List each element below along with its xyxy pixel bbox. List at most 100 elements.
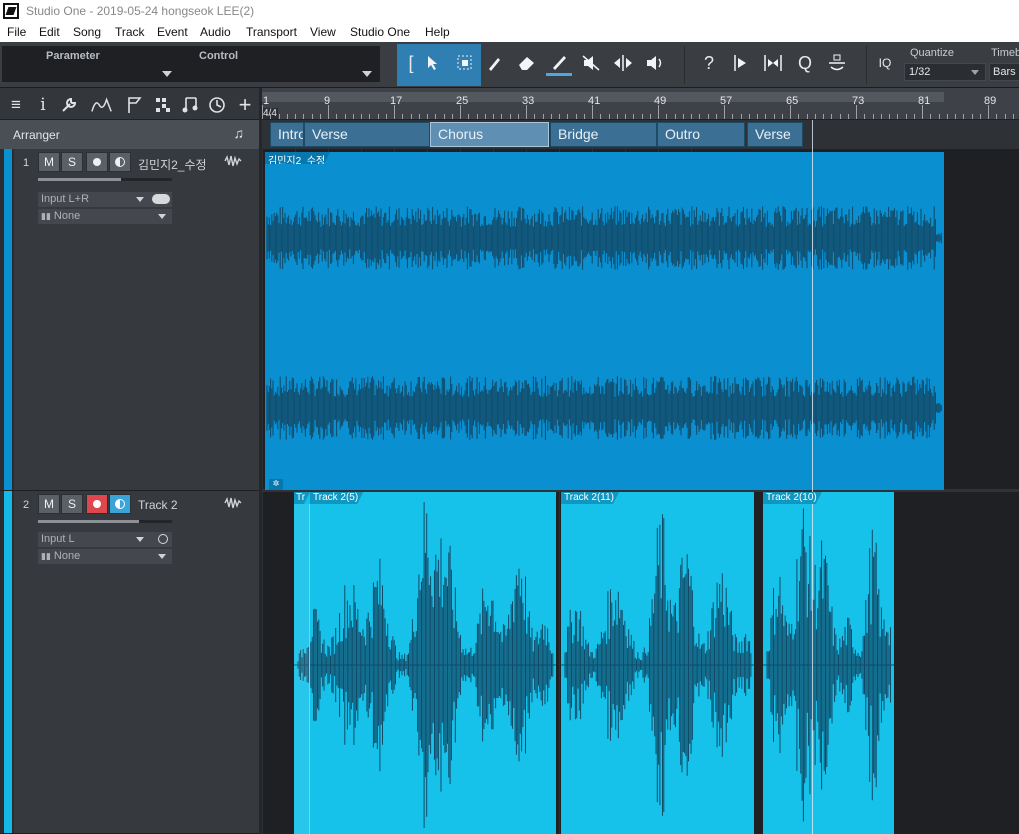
menu-lines-icon[interactable]: ≡ — [5, 94, 27, 116]
menu-studio-one[interactable]: Studio One — [350, 25, 410, 39]
audio-event-track1[interactable]: 김민지2_수정 ✲ — [265, 152, 944, 490]
listen-tool-icon[interactable] — [642, 50, 668, 76]
wrench-icon[interactable] — [58, 94, 80, 116]
arranger-section-intro[interactable]: Intro — [270, 122, 304, 147]
ruler-tick — [922, 105, 923, 119]
timebase-select[interactable]: Bars — [989, 63, 1019, 81]
input-select[interactable]: Input L — [38, 532, 172, 547]
ruler-tick — [526, 105, 527, 119]
ruler-tick — [889, 114, 890, 119]
monitor-button[interactable] — [109, 494, 131, 514]
ruler-tick — [575, 114, 577, 119]
arranger-section-bridge[interactable]: Bridge — [550, 122, 657, 147]
ruler-tick — [781, 114, 783, 119]
volume-slider[interactable] — [38, 178, 172, 181]
ruler-bar-label: 49 — [654, 95, 667, 107]
arranger-track-header[interactable]: Arranger ♫ — [0, 120, 262, 149]
track-header-2[interactable]: 2 M S Track 2 Input L ▮▮ None — [0, 491, 262, 834]
menu-audio[interactable]: Audio — [200, 25, 231, 39]
info-icon[interactable]: i — [32, 94, 54, 116]
menu-view[interactable]: View — [310, 25, 336, 39]
marker-flag-icon[interactable] — [124, 94, 146, 116]
bend-tool-icon[interactable] — [610, 50, 636, 76]
mute-button[interactable]: M — [38, 152, 60, 172]
chord-grid-icon[interactable] — [152, 94, 174, 116]
chevron-down-icon — [136, 197, 144, 202]
menu-transport[interactable]: Transport — [246, 25, 297, 39]
ruler-tick — [971, 114, 973, 119]
ruler-tick — [468, 114, 470, 119]
quantize-icon[interactable]: Q — [792, 50, 818, 76]
arrange-view[interactable]: 김민지2_수정 ✲ Tr Track 2(5) Track 2(11) Trac… — [262, 149, 1019, 834]
add-track-icon[interactable]: + — [234, 92, 256, 117]
waveform-icon[interactable] — [224, 154, 242, 171]
monitor-button[interactable] — [109, 152, 131, 172]
tempo-clock-icon[interactable] — [206, 94, 228, 116]
arranger-section-outro[interactable]: Outro — [657, 122, 745, 147]
menu-song[interactable]: Song — [73, 25, 101, 39]
record-arm-button[interactable] — [86, 152, 108, 172]
playhead-cursor[interactable] — [812, 120, 813, 834]
split-tool-icon[interactable] — [482, 50, 508, 76]
ruler-tick — [385, 114, 387, 119]
ruler-tick — [559, 114, 560, 119]
iq-button[interactable]: IQ — [872, 50, 898, 76]
input-select[interactable]: Input L+R — [38, 192, 172, 207]
volume-slider[interactable] — [38, 520, 172, 523]
quantize-select[interactable]: 1/32 — [904, 63, 986, 81]
automation-icon[interactable] — [91, 94, 113, 116]
ruler-tick — [270, 114, 272, 119]
mute-tool-icon[interactable] — [578, 50, 604, 76]
autoscroll-icon[interactable] — [824, 50, 850, 76]
ruler-tick — [666, 114, 668, 119]
control-dropdown-icon[interactable] — [362, 71, 372, 77]
mute-button[interactable]: M — [38, 494, 60, 514]
waveform-icon[interactable] — [224, 496, 242, 513]
music-note-icon[interactable]: ♫ — [234, 125, 245, 141]
track-name[interactable]: 김민지2_수정 — [138, 156, 207, 173]
arranger-section-verse-2[interactable]: Verse — [747, 122, 803, 147]
ruler-tick — [930, 114, 932, 119]
record-arm-button[interactable] — [86, 494, 108, 514]
audio-event-track2-5[interactable]: Tr Track 2(5) — [294, 492, 556, 834]
menu-edit[interactable]: Edit — [39, 25, 60, 39]
arranger-section-verse[interactable]: Verse — [304, 122, 430, 147]
stereo-toggle-icon[interactable] — [152, 194, 170, 204]
ruler-bar-label: 81 — [918, 95, 931, 107]
mono-toggle-icon[interactable] — [158, 534, 168, 544]
parameter-field[interactable]: Parameter — [2, 46, 192, 82]
arrow-tool-icon[interactable] — [420, 50, 446, 76]
ruler-tick — [641, 114, 643, 119]
menu-file[interactable]: File — [7, 25, 26, 39]
audio-event-track2-10[interactable]: Track 2(10) — [763, 492, 894, 834]
audio-event-track2-11[interactable]: Track 2(11) — [561, 492, 754, 834]
solo-button[interactable]: S — [61, 152, 83, 172]
menu-event[interactable]: Event — [157, 25, 188, 39]
solo-button[interactable]: S — [61, 494, 83, 514]
snap-grid-icon[interactable] — [760, 50, 786, 76]
timeline-ruler[interactable]: 4/4 1917253341495765738189 — [262, 88, 1019, 120]
range-tool-icon[interactable] — [452, 50, 478, 76]
arranger-section-chorus[interactable]: Chorus — [430, 122, 549, 147]
ruler-tick — [550, 114, 552, 119]
output-select[interactable]: ▮▮ None — [38, 209, 172, 224]
output-select[interactable]: ▮▮ None — [38, 549, 172, 564]
track-header-1[interactable]: 1 M S 김민지2_수정 Input L+R ▮▮ None — [0, 149, 262, 491]
track-name[interactable]: Track 2 — [138, 498, 178, 512]
loop-range[interactable] — [262, 92, 944, 102]
control-field[interactable]: Control — [192, 46, 380, 82]
menu-help[interactable]: Help — [425, 25, 450, 39]
help-glyph: ? — [703, 52, 714, 73]
help-icon[interactable]: ? — [696, 50, 722, 76]
menu-track[interactable]: Track — [115, 25, 145, 39]
paint-tool-icon[interactable] — [546, 50, 572, 76]
ruler-tick — [839, 114, 841, 119]
gear-icon[interactable]: ✲ — [269, 479, 283, 490]
eraser-tool-icon[interactable] — [514, 50, 540, 76]
ruler-tick — [344, 114, 346, 119]
ruler-tick — [319, 114, 321, 119]
snap-icon[interactable] — [728, 50, 754, 76]
score-note-icon[interactable] — [179, 94, 201, 116]
section-label: Bridge — [558, 126, 599, 142]
parameter-dropdown-icon[interactable] — [162, 71, 172, 77]
